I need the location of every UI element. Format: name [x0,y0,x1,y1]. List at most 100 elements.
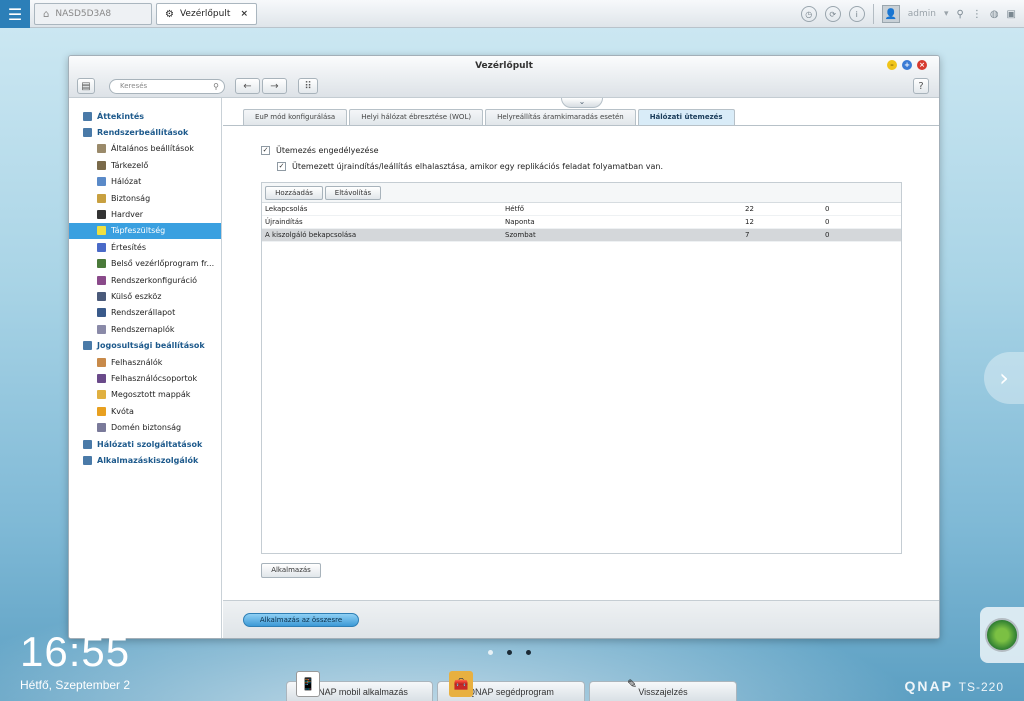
sidebar-item-3[interactable]: Tárkezelő [69,157,221,173]
home-tab[interactable]: ⌂ NASD5D3A8 [34,3,152,25]
apply-all-button[interactable]: Alkalmazás az összesre [243,613,359,627]
sidebar-item-1[interactable]: Rendszerbeállítások [69,124,221,140]
grid-rows: Lekapcsolás Hétfő 22 0 Újraindítás Naponta 12 0… [262,203,901,242]
apply-button[interactable]: Alkalmazás [261,563,321,578]
sidebar-item-8[interactable]: Értesítés [69,239,221,255]
sidebar-item-4[interactable]: Hálózat [69,174,221,190]
sidebar-item-7[interactable]: Tápfeszültség [69,222,221,240]
sidebar-toggle-button[interactable]: ▤ [77,78,95,94]
dock-feedback[interactable]: Visszajelzés [589,681,737,701]
sidebar-item-label: Áttekintés [97,111,145,121]
maximize-icon[interactable]: + [902,60,912,70]
sidebar-item-14[interactable]: Jogosultsági beállítások [69,337,221,353]
forward-button[interactable]: → [262,78,287,94]
sidebar-item-18[interactable]: Kvóta [69,403,221,419]
table-row[interactable]: A kiszolgáló bekapcsolása Szombat 7 0 [262,229,901,242]
sidebar-item-19[interactable]: Domén biztonság [69,419,221,435]
close-window-icon[interactable]: × [917,60,927,70]
dashboard-icon[interactable]: ▣ [1007,9,1016,20]
cell-action: A kiszolgáló bekapcsolása [265,231,357,239]
search-input[interactable]: Keresés ⚲ [109,79,225,94]
tab-1[interactable]: Helyi hálózat ébresztése (WOL) [349,109,484,125]
sidebar-icon: ▤ [81,80,91,92]
domain-security-icon [97,423,106,433]
username[interactable]: admin [908,9,936,19]
sidebar-item-label: Értesítés [111,242,147,252]
sidebar-item-21[interactable]: Alkalmazáskiszolgálók [69,452,221,468]
control-panel-icon: ⚙ [165,8,174,20]
sidebar-item-11[interactable]: Külső eszköz [69,288,221,304]
chevron-right-icon: › [999,364,1009,392]
table-row[interactable]: Újraindítás Naponta 12 0 [262,216,901,229]
close-tab-icon[interactable]: × [240,9,248,19]
tab-3[interactable]: Hálózati ütemezés [637,109,735,125]
grid-icon: ⠿ [304,80,312,92]
event-notification-icon[interactable]: i [848,6,865,22]
sidebar-item-10[interactable]: Rendszerkonfiguráció [69,272,221,288]
cell-hour: 12 [745,218,754,226]
minimize-icon[interactable]: – [887,60,897,70]
sidebar-item-20[interactable]: Hálózati szolgáltatások [69,436,221,452]
postpone-checkbox[interactable]: ✓ [277,162,286,171]
page-dot[interactable] [526,650,531,655]
sidebar-item-label: Alkalmazáskiszolgálók [97,455,199,465]
sidebar-item-5[interactable]: Biztonság [69,190,221,206]
options-icon[interactable]: ⋮ [972,9,982,20]
window-title: Vezérlőpult [475,61,533,71]
sidebar-item-label: Rendszerkonfiguráció [111,275,198,285]
lock-icon [97,193,106,203]
tab-0[interactable]: EuP mód konfigurálása [243,109,348,125]
language-icon[interactable]: ◍ [990,9,999,20]
gauge-icon [985,618,1019,652]
sidebar: Áttekintés Rendszerbeállítások Általános b… [69,98,222,638]
background-tasks-icon[interactable]: ◷ [800,6,817,22]
sidebar-item-label: Tápfeszültség [111,226,166,236]
app-grid-button[interactable]: ⠿ [298,78,318,94]
sidebar-item-9[interactable]: Belső vezérlőprogram fr... [69,256,221,272]
topbar-separator [872,4,874,24]
tab-2[interactable]: Helyreállítás áramkimaradás esetén [485,109,636,125]
page-indicator [488,650,531,655]
page-dot[interactable] [488,650,493,655]
sidebar-item-15[interactable]: Felhasználók [69,354,221,370]
collapse-chevron-icon[interactable]: ⌄ [561,98,603,108]
main-menu-button[interactable]: ☰ [0,0,30,28]
hamburger-icon: ☰ [7,4,23,24]
back-button[interactable]: ← [235,78,260,94]
add-button[interactable]: Hozzáadás [265,186,323,200]
table-row[interactable]: Lekapcsolás Hétfő 22 0 [262,203,901,216]
tab-bar: EuP mód konfigurálása Helyi hálózat ébres… [243,109,735,125]
control-panel-tab[interactable]: ⚙ Vezérlőpult × [156,3,257,25]
schedule-grid: Hozzáadás Eltávolítás Lekapcsolás Hétfő 22… [261,182,902,554]
sidebar-item-17[interactable]: Megosztott mappák [69,387,221,403]
main-content: ⌄ EuP mód konfigurálása Helyi hálózat ébr… [223,98,939,638]
feedback-icon: ✎ [626,677,638,691]
storage-icon [97,160,106,170]
external-device-icon[interactable]: ⟳ [824,6,841,22]
postpone-row: ✓ Ütemezett újraindítás/leállítás elhala… [277,162,663,171]
sidebar-item-label: Domén biztonság [111,423,182,433]
mobile-app-icon: 📱 [296,671,320,697]
arrow-right-icon: → [270,80,279,92]
sidebar-item-2[interactable]: Általános beállítások [69,141,221,157]
sidebar-item-13[interactable]: Rendszernaplók [69,321,221,337]
user-avatar[interactable]: 👤 [881,5,900,23]
remove-button[interactable]: Eltávolítás [325,186,381,200]
sidebar-item-0[interactable]: Áttekintés [69,108,221,124]
enable-schedule-checkbox[interactable]: ✓ [261,146,270,155]
grid-toolbar: Hozzáadás Eltávolítás [262,183,901,203]
dock-utility-label: QNAP segédprogram [468,686,554,697]
resource-monitor-widget[interactable] [980,607,1024,663]
search-icon[interactable]: ⚲ [956,9,963,20]
sidebar-item-6[interactable]: Hardver [69,206,221,222]
user-dropdown-icon[interactable]: ▾ [944,9,949,19]
page-dot[interactable] [507,650,512,655]
hardware-icon [97,210,106,220]
search-icon: ⚲ [213,82,219,91]
system-status-icon [97,308,106,318]
sidebar-item-12[interactable]: Rendszerállapot [69,305,221,321]
cell-minute: 0 [825,218,830,226]
help-button[interactable]: ? [913,78,929,94]
next-page-button[interactable]: › [984,352,1024,404]
sidebar-item-16[interactable]: Felhasználócsoportok [69,370,221,386]
